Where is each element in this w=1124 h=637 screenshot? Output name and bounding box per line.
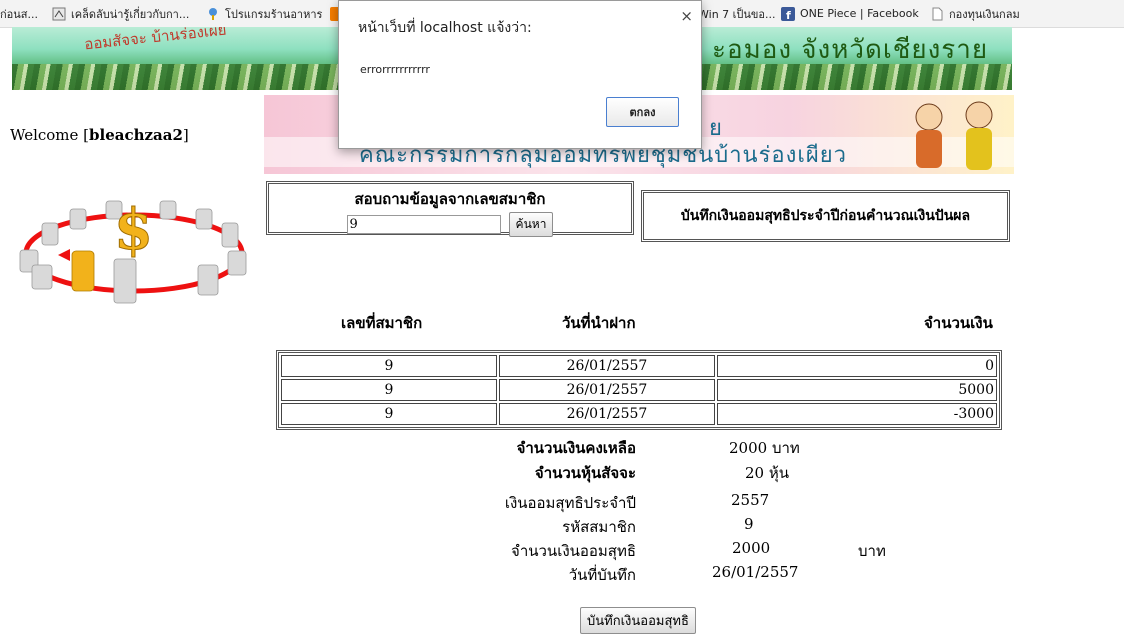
- bookmark-site-icon: [52, 7, 66, 21]
- cell-amount: -3000: [717, 403, 997, 425]
- save-section-title: บันทึกเงินออมสุทธิประจำปีก่อนคำนวณเงินปั…: [641, 190, 1010, 242]
- column-header-deposit-date: วันที่นำฝาก: [562, 314, 636, 332]
- thai-couple-illustration: [915, 101, 993, 170]
- bookmark-label: เคล็ดลับน่ารู้เกี่ยวกับกา...: [71, 7, 190, 21]
- column-header-amount: จำนวนเงิน: [924, 314, 993, 332]
- close-icon[interactable]: ×: [680, 7, 693, 25]
- bookmark-label: กองทุนเงินกลม: [949, 7, 1020, 21]
- bookmark-item[interactable]: โปรแกรมร้านอาหาร: [206, 0, 322, 27]
- cell-member-id: 9: [281, 379, 497, 401]
- dialog-message: errorrrrrrrrrrr: [360, 63, 430, 76]
- alert-dialog: หน้าเว็บที่ localhost แจ้งว่า: × errorrr…: [338, 0, 702, 149]
- ok-button[interactable]: ตกลง: [606, 97, 679, 127]
- member-id-value: 9: [744, 515, 754, 533]
- coins-illustration: $: [10, 195, 258, 307]
- facebook-icon: f: [781, 6, 795, 22]
- dialog-title: หน้าเว็บที่ localhost แจ้งว่า:: [358, 20, 532, 36]
- cell-amount: 0: [717, 355, 997, 377]
- shares-label: จำนวนหุ้นสัจจะ: [534, 464, 636, 482]
- cell-date: 26/01/2557: [499, 403, 715, 425]
- save-net-savings-button[interactable]: บันทึกเงินออมสุทธิ: [580, 607, 696, 634]
- net-savings-label: จำนวนเงินออมสุทธิ: [511, 542, 636, 560]
- search-title: สอบถามข้อมูลจากเลขสมาชิก: [354, 190, 546, 208]
- bookmark-site-icon: [206, 7, 220, 21]
- table-row: 9 26/01/2557 5000: [281, 379, 997, 401]
- welcome-text: Welcome [bleachzaa2]: [10, 126, 189, 144]
- bookmark-label: โปรแกรมร้านอาหาร: [225, 7, 323, 21]
- bookmark-item[interactable]: เคล็ดลับน่ารู้เกี่ยวกับกา...: [52, 0, 189, 27]
- net-savings-unit: บาท: [858, 542, 886, 560]
- net-savings-value: 2000: [732, 539, 771, 557]
- bookmark-label: ONE Piece | Facebook: [800, 7, 919, 20]
- column-header-member-id: เลขที่สมาชิก: [341, 314, 423, 332]
- bookmark-item[interactable]: กองทุนเงินกลม: [930, 0, 1020, 27]
- balance-label: จำนวนเงินคงเหลือ: [516, 439, 636, 457]
- record-date-value: 26/01/2557: [712, 563, 799, 581]
- year-label: เงินออมสุทธิประจำปี: [504, 494, 636, 512]
- deposit-table: 9 26/01/2557 0 9 26/01/2557 5000 9 26/01…: [276, 350, 1002, 430]
- shares-value: 20 หุ้น: [745, 464, 789, 482]
- table-row: 9 26/01/2557 -3000: [281, 403, 997, 425]
- table-row: 9 26/01/2557 0: [281, 355, 997, 377]
- cell-member-id: 9: [281, 403, 497, 425]
- member-id-input[interactable]: [346, 215, 501, 234]
- record-date-label: วันที่บันทึก: [568, 566, 636, 584]
- banner-location: ะอมอง จังหวัดเชียงราย: [712, 35, 989, 65]
- svg-text:$: $: [114, 197, 153, 263]
- username: bleachzaa2: [89, 126, 183, 144]
- cell-date: 26/01/2557: [499, 355, 715, 377]
- search-button[interactable]: ค้นหา: [508, 212, 554, 237]
- svg-text:f: f: [786, 9, 791, 21]
- cell-amount: 5000: [717, 379, 997, 401]
- year-value: 2557: [731, 491, 770, 509]
- bookmark-item[interactable]: ก่อนส...: [0, 0, 38, 27]
- bookmark-label: ก่อนส...: [0, 7, 38, 21]
- banner-slogan: ออมสัจจะ บ้านร่องเผย: [83, 27, 228, 54]
- bookmark-item[interactable]: f ONE Piece | Facebook: [781, 0, 919, 27]
- bookmark-item[interactable]: Win 7 เป็นขอ...: [698, 0, 776, 27]
- page-icon: [930, 7, 944, 21]
- cell-member-id: 9: [281, 355, 497, 377]
- member-search-panel: สอบถามข้อมูลจากเลขสมาชิก ค้นหา: [266, 181, 634, 237]
- bookmark-label: Win 7 เป็นขอ...: [698, 7, 776, 21]
- member-id-label: รหัสสมาชิก: [562, 518, 636, 536]
- balance-value: 2000 บาท: [729, 439, 800, 457]
- cell-date: 26/01/2557: [499, 379, 715, 401]
